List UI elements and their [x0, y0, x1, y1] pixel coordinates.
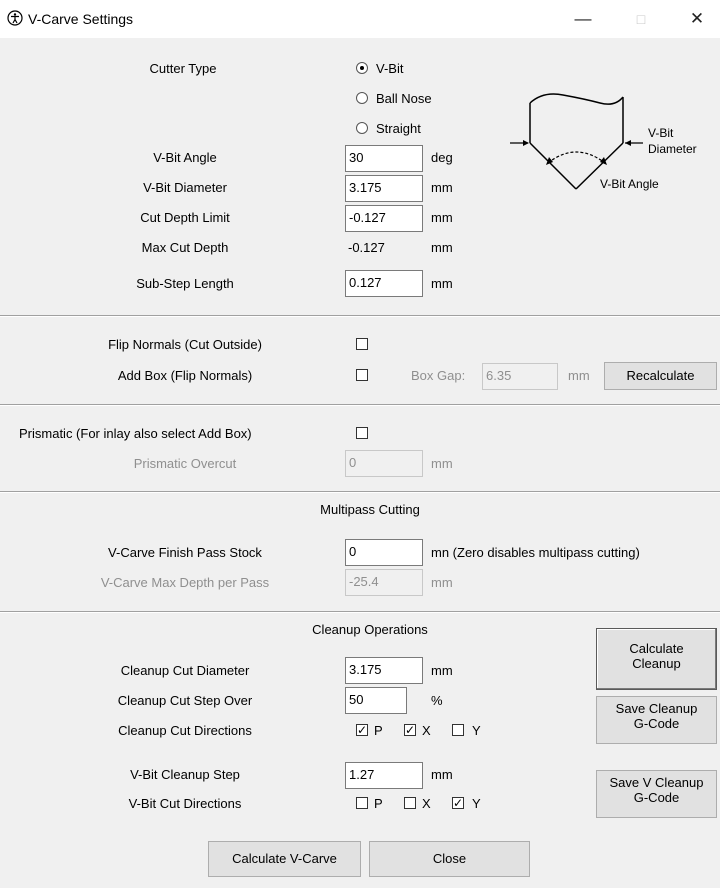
- finish-pass-stock-unit: mn (Zero disables multipass cutting): [431, 545, 640, 560]
- radio-straight[interactable]: [356, 122, 368, 134]
- prismatic-label: Prismatic (For inlay also select Add Box…: [19, 426, 252, 441]
- separator-1: [0, 315, 720, 317]
- recalculate-button[interactable]: Recalculate: [604, 362, 717, 390]
- radio-vbit[interactable]: [356, 62, 368, 74]
- finish-pass-stock-label: V-Carve Finish Pass Stock: [108, 545, 262, 560]
- box-gap-unit: mm: [568, 368, 590, 383]
- vbit-cleanup-step-label: V-Bit Cleanup Step: [130, 767, 240, 782]
- diagram-diameter-label-2: Diameter: [648, 142, 697, 156]
- cleanup-dir-y-label: Y: [472, 723, 481, 738]
- cleanup-diameter-label: Cleanup Cut Diameter: [120, 663, 250, 678]
- vbit-angle-input[interactable]: 30: [345, 145, 423, 172]
- vbit-dir-x-label: X: [422, 796, 431, 811]
- window-title: V-Carve Settings: [28, 11, 134, 27]
- vbit-dir-x-checkbox[interactable]: [404, 797, 416, 809]
- cleanup-diameter-unit: mm: [431, 663, 453, 678]
- sub-step-length-input[interactable]: 0.127: [345, 270, 423, 297]
- max-cut-depth-value: -0.127: [348, 240, 385, 255]
- add-box-label: Add Box (Flip Normals): [117, 368, 253, 383]
- diagram-angle-label: V-Bit Angle: [600, 177, 659, 191]
- separator-4: [0, 611, 720, 613]
- separator-3: [0, 491, 720, 493]
- separator-2: [0, 404, 720, 406]
- calculate-cleanup-line2: Cleanup: [632, 656, 681, 671]
- max-depth-per-pass-input[interactable]: -25.4: [345, 569, 423, 596]
- cleanup-dir-y-checkbox[interactable]: [452, 724, 464, 736]
- calculate-cleanup-button[interactable]: Calculate Cleanup: [596, 628, 717, 690]
- max-depth-per-pass-unit: mm: [431, 575, 453, 590]
- cut-depth-limit-input[interactable]: -0.127: [345, 205, 423, 232]
- vbit-diameter-label: V-Bit Diameter: [143, 180, 227, 195]
- save-v-cleanup-gcode-button[interactable]: Save V Cleanup G-Code: [596, 770, 717, 818]
- vbit-angle-label: V-Bit Angle: [153, 150, 217, 165]
- save-cleanup-line2: G-Code: [633, 716, 680, 731]
- cleanup-diameter-input[interactable]: 3.175: [345, 657, 423, 684]
- sub-step-length-unit: mm: [431, 276, 453, 291]
- vbit-dir-y-label: Y: [472, 796, 481, 811]
- radio-ballnose[interactable]: [356, 92, 368, 104]
- flip-normals-checkbox[interactable]: [356, 338, 368, 350]
- cleanup-dir-p-checkbox[interactable]: ✓: [356, 724, 368, 736]
- vbit-angle-unit: deg: [431, 150, 453, 165]
- sub-step-length-label: Sub-Step Length: [136, 276, 234, 291]
- minimize-button[interactable]: —: [560, 0, 606, 38]
- cleanup-heading: Cleanup Operations: [312, 622, 428, 637]
- save-v-cleanup-line2: G-Code: [633, 790, 680, 805]
- add-box-checkbox[interactable]: [356, 369, 368, 381]
- maximize-button[interactable]: □: [618, 0, 664, 38]
- cut-depth-limit-unit: mm: [431, 210, 453, 225]
- flip-normals-label: Flip Normals (Cut Outside): [108, 337, 262, 352]
- vbit-cut-directions-label: V-Bit Cut Directions: [128, 796, 242, 811]
- max-cut-depth-unit: mm: [431, 240, 453, 255]
- finish-pass-stock-input[interactable]: 0: [345, 539, 423, 566]
- max-cut-depth-label: Max Cut Depth: [141, 240, 229, 255]
- accessibility-icon: [7, 10, 23, 26]
- prismatic-checkbox[interactable]: [356, 427, 368, 439]
- cleanup-step-over-label: Cleanup Cut Step Over: [117, 693, 253, 708]
- max-depth-per-pass-label: V-Carve Max Depth per Pass: [100, 575, 270, 590]
- calculate-cleanup-line1: Calculate: [629, 641, 684, 656]
- cleanup-dir-p-label: P: [374, 723, 383, 738]
- box-gap-label: Box Gap:: [411, 368, 466, 383]
- vbit-cleanup-step-input[interactable]: 1.27: [345, 762, 423, 789]
- vbit-dir-y-checkbox[interactable]: ✓: [452, 797, 464, 809]
- prismatic-overcut-label: Prismatic Overcut: [133, 456, 237, 471]
- cleanup-directions-label: Cleanup Cut Directions: [118, 723, 252, 738]
- close-button[interactable]: Close: [369, 841, 530, 877]
- calculate-vcarve-button[interactable]: Calculate V-Carve: [208, 841, 361, 877]
- radio-straight-label[interactable]: Straight: [376, 121, 421, 136]
- vbit-diameter-input[interactable]: 3.175: [345, 175, 423, 202]
- cleanup-dir-x-checkbox[interactable]: ✓: [404, 724, 416, 736]
- title-bar: V-Carve Settings — □ ✕: [0, 0, 720, 38]
- close-window-button[interactable]: ✕: [674, 0, 720, 38]
- cut-depth-limit-label: Cut Depth Limit: [140, 210, 230, 225]
- vbit-dir-p-label: P: [374, 796, 383, 811]
- vbit-dir-p-checkbox[interactable]: [356, 797, 368, 809]
- cleanup-dir-x-label: X: [422, 723, 431, 738]
- vbit-cleanup-step-unit: mm: [431, 767, 453, 782]
- radio-ballnose-label[interactable]: Ball Nose: [376, 91, 432, 106]
- cutter-type-label: Cutter Type: [149, 61, 217, 76]
- cleanup-step-over-unit: %: [431, 693, 443, 708]
- multipass-heading: Multipass Cutting: [320, 502, 420, 517]
- vcarve-settings-window: V-Carve Settings — □ ✕ Cutter Type V-Bit…: [0, 0, 720, 888]
- cleanup-step-over-input[interactable]: 50: [345, 687, 407, 714]
- prismatic-overcut-unit: mm: [431, 456, 453, 471]
- prismatic-overcut-input[interactable]: 0: [345, 450, 423, 477]
- diagram-diameter-label-1: V-Bit: [648, 126, 674, 140]
- radio-vbit-label[interactable]: V-Bit: [376, 61, 403, 76]
- save-cleanup-gcode-button[interactable]: Save Cleanup G-Code: [596, 696, 717, 744]
- vbit-diameter-unit: mm: [431, 180, 453, 195]
- box-gap-input[interactable]: 6.35: [482, 363, 558, 390]
- save-v-cleanup-line1: Save V Cleanup: [609, 775, 704, 790]
- save-cleanup-line1: Save Cleanup: [615, 701, 698, 716]
